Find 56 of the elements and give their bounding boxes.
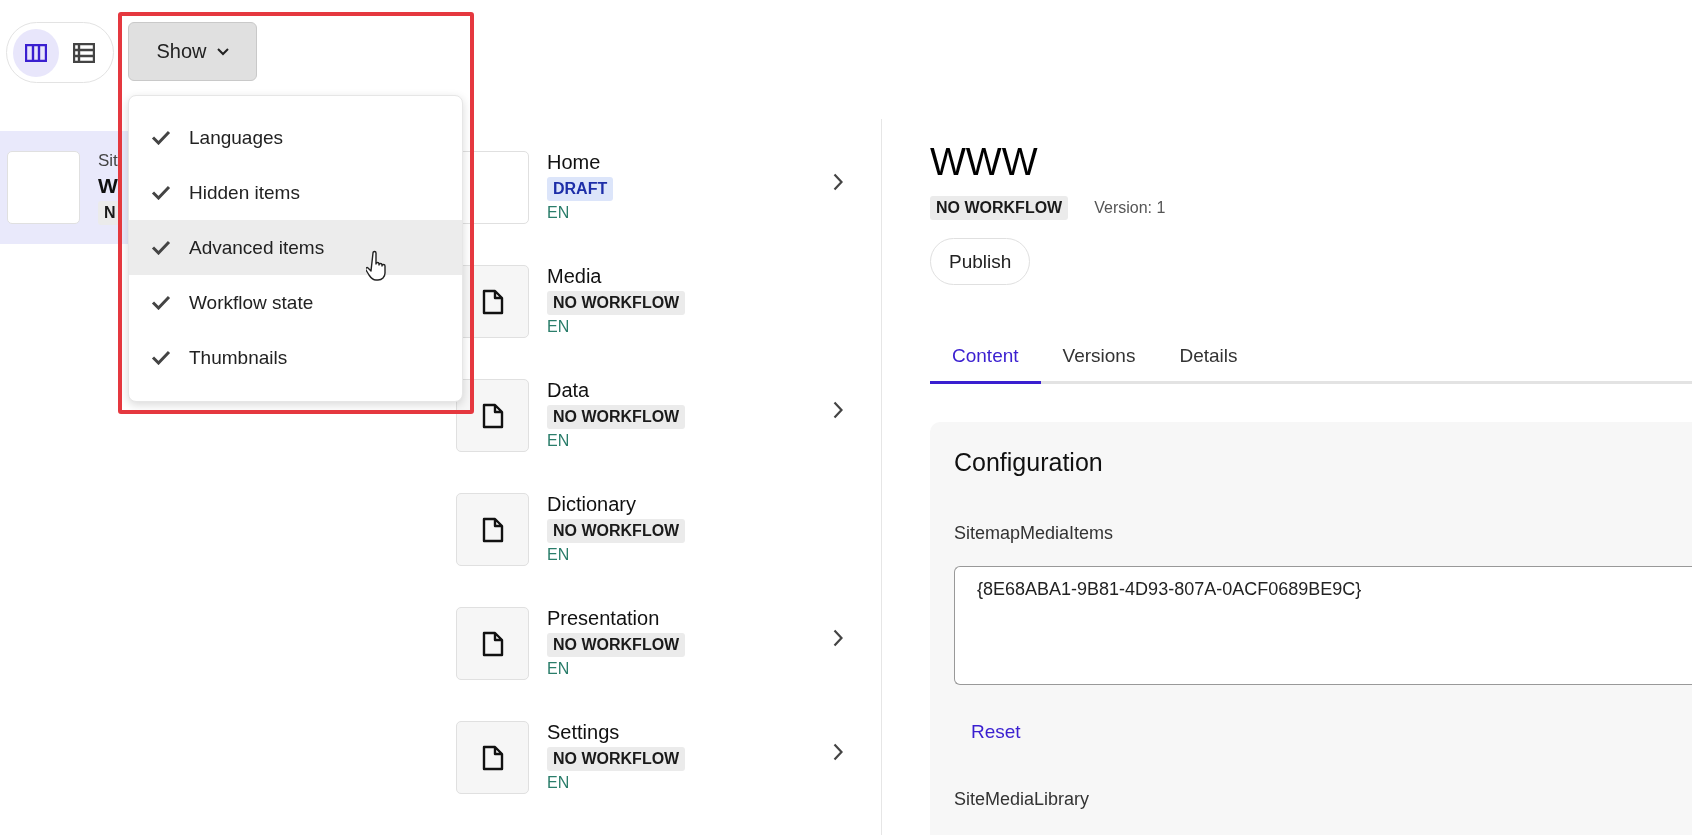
chevron-right-icon[interactable] <box>833 743 843 761</box>
menu-item[interactable]: Languages <box>129 110 462 165</box>
columns-icon <box>25 43 47 62</box>
menu-label: Thumbnails <box>189 346 288 369</box>
version-label: Version: 1 <box>1094 199 1166 217</box>
tab[interactable]: Details <box>1157 337 1260 384</box>
list-icon <box>73 42 95 63</box>
item-type: Sit <box>98 150 118 171</box>
menu-label: Hidden items <box>189 181 300 204</box>
item-name[interactable]: Data <box>547 379 590 402</box>
menu-label: Languages <box>189 126 284 149</box>
file-icon <box>481 744 504 771</box>
menu-label: Workflow state <box>189 291 314 314</box>
menu-item[interactable]: Advanced items <box>129 220 462 275</box>
status-badge: NO WORKFLOW <box>547 519 686 543</box>
tab[interactable]: Versions <box>1040 337 1158 384</box>
show-button[interactable]: Show <box>128 22 257 81</box>
status-badge: NO WORKFLOW <box>547 747 686 771</box>
menu-item[interactable]: Thumbnails <box>129 330 462 385</box>
file-icon <box>481 288 504 315</box>
file-icon <box>481 402 504 429</box>
language-label: EN <box>547 204 570 222</box>
menu-item[interactable]: Hidden items <box>129 165 462 220</box>
chevron-down-icon <box>216 47 229 56</box>
item-name[interactable]: Dictionary <box>547 493 636 516</box>
status-badge: NO WORKFLOW <box>547 633 686 657</box>
menu-label: Advanced items <box>189 236 325 259</box>
language-label: EN <box>547 318 570 336</box>
item-name[interactable]: Media <box>547 265 602 288</box>
chevron-right-icon[interactable] <box>833 401 843 419</box>
input-field[interactable]: {8E68ABA1-9B81-4D93-807A-0ACF0689BE9C} <box>954 566 1692 685</box>
field-label: SitemapMediaItems <box>954 523 1114 544</box>
item-name[interactable]: Presentation <box>547 607 660 630</box>
section-title: Configuration <box>954 448 1103 477</box>
columns-view-button[interactable] <box>13 28 59 77</box>
status-badge: NO WORKFLOW <box>930 196 1069 220</box>
status-badge: DRAFT <box>547 177 614 201</box>
item-name[interactable]: Home <box>547 151 601 174</box>
status-badge: NO WORKFLOW <box>547 291 686 315</box>
chevron-right-icon[interactable] <box>833 629 843 647</box>
field-label: SiteMediaLibrary <box>954 789 1090 810</box>
publish-button[interactable]: Publish <box>930 238 1031 285</box>
language-label: EN <box>547 432 570 450</box>
language-label: EN <box>547 546 570 564</box>
language-label: EN <box>547 774 570 792</box>
page-title: WWW <box>930 141 1038 184</box>
status-badge: NO WORKFLOW <box>547 405 686 429</box>
item-name[interactable]: Settings <box>547 721 620 744</box>
menu-item[interactable]: Workflow state <box>129 275 462 330</box>
reset-link[interactable]: Reset <box>971 721 1021 743</box>
language-label: EN <box>547 660 570 678</box>
chevron-right-icon[interactable] <box>833 173 843 191</box>
file-icon <box>481 516 504 543</box>
file-icon <box>481 630 504 657</box>
tab[interactable]: Content <box>930 337 1041 384</box>
item-title: W <box>98 173 118 198</box>
